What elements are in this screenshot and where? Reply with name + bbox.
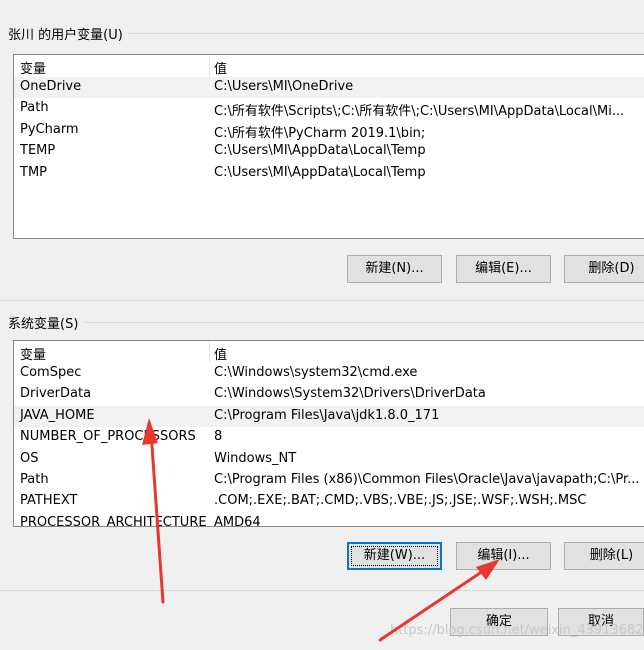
variable-name: PyCharm — [20, 121, 79, 137]
variable-value: Windows_NT — [214, 450, 297, 466]
user-vars-list-header: 变量 值 — [14, 55, 644, 77]
user-vars-group-divider — [128, 33, 644, 34]
section-divider — [0, 300, 644, 301]
variable-name: NUMBER_OF_PROCESSORS — [20, 429, 196, 445]
system-edit-button[interactable]: 编辑(I)... — [456, 542, 551, 570]
variable-name: PATHEXT — [20, 493, 78, 509]
variable-value: C:\Users\MI\AppData\Local\Temp — [214, 143, 426, 159]
column-separator[interactable] — [209, 341, 210, 363]
watermark: https://blog.csdn.net/weixin_43913682 — [390, 623, 644, 638]
system-vars-group-divider — [84, 322, 644, 323]
table-row[interactable]: JAVA_HOME C:\Program Files\Java\jdk1.8.0… — [14, 405, 644, 428]
variable-name: TEMP — [20, 143, 56, 159]
variable-value: .COM;.EXE;.BAT;.CMD;.VBS;.VBE;.JS;.JSE;.… — [214, 493, 587, 509]
variable-name: Path — [20, 100, 49, 116]
column-header-variable[interactable]: 变量 — [20, 58, 46, 77]
user-new-button[interactable]: 新建(N)... — [347, 255, 442, 283]
system-new-button[interactable]: 新建(W)... — [347, 542, 442, 570]
variable-value: C:\Program Files (x86)\Common Files\Orac… — [214, 471, 640, 487]
footer-divider — [0, 590, 644, 591]
table-row[interactable]: PATHEXT .COM;.EXE;.BAT;.CMD;.VBS;.VBE;.J… — [14, 491, 644, 512]
column-header-variable[interactable]: 变量 — [20, 344, 46, 363]
variable-name: OS — [20, 450, 39, 466]
table-row[interactable]: TMP C:\Users\MI\AppData\Local\Temp — [14, 163, 644, 184]
user-edit-button[interactable]: 编辑(E)... — [456, 255, 551, 283]
user-delete-button[interactable]: 删除(D) — [564, 255, 644, 283]
variable-value: C:\Windows\System32\Drivers\DriverData — [214, 386, 486, 402]
table-row[interactable]: Path C:\Program Files (x86)\Common Files… — [14, 470, 644, 491]
user-vars-list[interactable]: 变量 值 OneDrive C:\Users\MI\OneDrive Path … — [13, 54, 644, 239]
column-separator[interactable] — [209, 55, 210, 77]
variable-name: JAVA_HOME — [20, 407, 95, 423]
user-vars-group-label: 张川 的用户变量(U) — [8, 28, 123, 43]
table-row[interactable]: ComSpec C:\Windows\system32\cmd.exe — [14, 363, 644, 384]
column-header-value[interactable]: 值 — [214, 344, 227, 363]
system-vars-group-label: 系统变量(S) — [8, 317, 79, 332]
variable-name: DriverData — [20, 386, 92, 402]
variable-value: AMD64 — [214, 514, 261, 527]
variable-name: OneDrive — [20, 79, 82, 94]
table-row[interactable]: TEMP C:\Users\MI\AppData\Local\Temp — [14, 141, 644, 162]
table-row[interactable]: NUMBER_OF_PROCESSORS 8 — [14, 427, 644, 448]
variable-value: C:\Users\MI\OneDrive — [214, 79, 354, 94]
table-row[interactable]: Path C:\所有软件\Scripts\;C:\所有软件\;C:\Users\… — [14, 98, 644, 119]
variable-name: PROCESSOR_ARCHITECTURE — [20, 514, 207, 527]
table-row[interactable]: PyCharm C:\所有软件\PyCharm 2019.1\bin; — [14, 120, 644, 141]
table-row[interactable]: DriverData C:\Windows\System32\Drivers\D… — [14, 384, 644, 405]
table-row[interactable]: OneDrive C:\Users\MI\OneDrive — [14, 77, 644, 99]
variable-name: Path — [20, 471, 49, 487]
table-row[interactable]: PROCESSOR_ARCHITECTURE AMD64 — [14, 513, 644, 527]
variable-value: C:\Program Files\Java\jdk1.8.0_171 — [214, 407, 440, 423]
system-delete-button[interactable]: 删除(L) — [564, 542, 644, 570]
variable-value: C:\Users\MI\AppData\Local\Temp — [214, 164, 426, 180]
column-header-value[interactable]: 值 — [214, 58, 227, 77]
variable-name: ComSpec — [20, 365, 82, 380]
system-vars-list-header: 变量 值 — [14, 341, 644, 363]
variable-value: C:\所有软件\PyCharm 2019.1\bin; — [214, 125, 426, 141]
variable-value: C:\所有软件\Scripts\;C:\所有软件\;C:\Users\MI\Ap… — [214, 104, 625, 120]
table-row[interactable]: OS Windows_NT — [14, 449, 644, 470]
variable-value: C:\Windows\system32\cmd.exe — [214, 365, 418, 380]
variable-name: TMP — [20, 164, 47, 180]
variable-value: 8 — [214, 429, 223, 445]
system-vars-list[interactable]: 变量 值 ComSpec C:\Windows\system32\cmd.exe… — [13, 340, 644, 527]
